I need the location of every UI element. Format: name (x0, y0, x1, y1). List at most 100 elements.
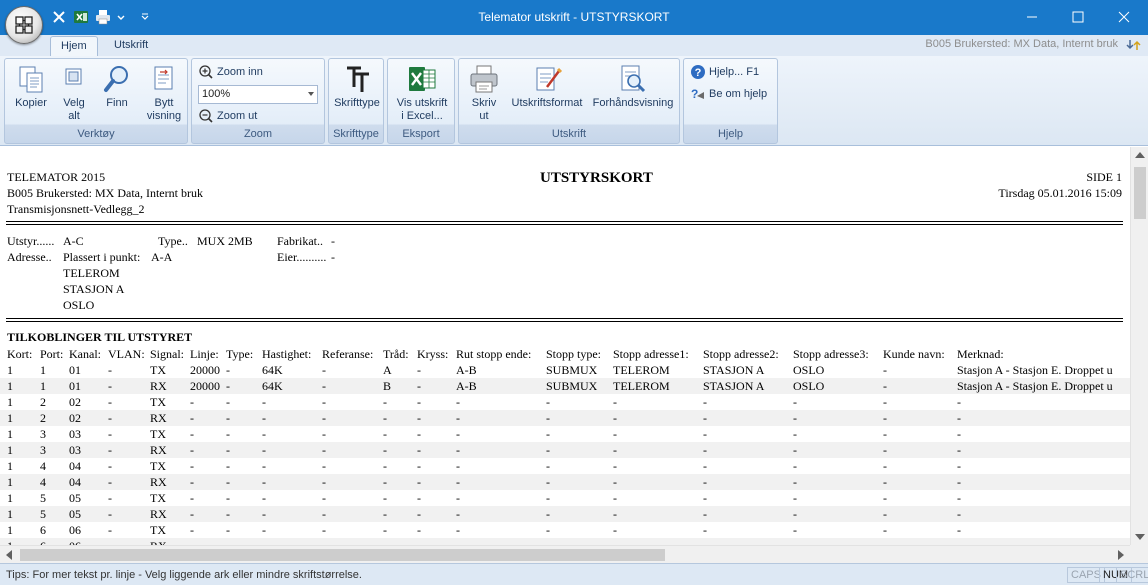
group-zoom: Zoom inn 100% Zoom ut Zoom (191, 58, 325, 144)
utskriftsformat-button[interactable]: Utskriftsformat (507, 61, 587, 110)
divider (6, 318, 1123, 322)
maximize-button[interactable] (1055, 0, 1101, 33)
table-cell: 04 (69, 475, 81, 489)
forhandsvisning-button[interactable]: Forhåndsvisning (589, 61, 677, 110)
doc-title: UTSTYRSKORT (540, 170, 653, 186)
table-cell: - (226, 507, 230, 521)
horizontal-scroll-thumb[interactable] (20, 549, 665, 561)
column-header: Stopp adresse3: (793, 347, 869, 361)
table-cell: 5 (40, 491, 46, 505)
table-cell: - (417, 459, 421, 473)
scroll-up-icon[interactable] (1135, 152, 1145, 158)
tab-utskrift[interactable]: Utskrift (104, 36, 158, 56)
close-window-button[interactable] (1101, 0, 1147, 33)
switch-view-icon (154, 66, 173, 90)
ask-help-icon: ? (691, 87, 704, 101)
brukersted-info: B005 Brukersted: MX Data, Internt bruk (925, 38, 1118, 50)
table-cell: - (417, 395, 421, 409)
vertical-scrollbar[interactable] (1130, 147, 1148, 545)
tab-hjem[interactable]: Hjem (50, 36, 98, 56)
table-cell: - (226, 459, 230, 473)
table-cell: 5 (40, 507, 46, 521)
horizontal-scrollbar[interactable] (0, 545, 1130, 563)
table-cell: - (226, 475, 230, 489)
column-header: Rut stopp ende: (456, 347, 532, 361)
table-cell: 1 (7, 459, 13, 473)
table-cell: 01 (69, 363, 81, 377)
print-preview-icon (621, 65, 646, 93)
table-cell: SUBMUX (546, 363, 598, 377)
group-eksport: Vis utskrift i Excel... Eksport (387, 58, 455, 144)
table-cell: - (383, 491, 387, 505)
group-label-verktoy: Verktøy (77, 128, 115, 140)
table-cell: Stasjon A - Stasjon E. Droppet u (957, 379, 1113, 393)
ribbon-options-icon[interactable] (1126, 38, 1142, 52)
application-menu-button[interactable] (5, 6, 43, 44)
table-cell: OSLO (793, 379, 825, 393)
table-cell: - (883, 507, 887, 521)
zoom-level-select[interactable]: 100% (198, 85, 318, 104)
table-cell: - (883, 379, 887, 393)
vertical-scroll-thumb[interactable] (1134, 167, 1146, 219)
scroll-right-icon[interactable] (1118, 550, 1124, 560)
kopier-button[interactable]: Kopier (9, 61, 53, 110)
column-header: Port: (40, 347, 64, 361)
velg-alt-button[interactable]: Velg alt (54, 61, 94, 123)
hjelp-label: Hjelp... F1 (709, 66, 760, 78)
adresse-label: Adresse.. (7, 250, 52, 264)
eier-label: Eier.......... (277, 250, 327, 264)
table-cell: A (383, 363, 392, 377)
zoom-ut-button[interactable]: Zoom ut (198, 107, 257, 125)
zoom-inn-label: Zoom inn (217, 66, 263, 78)
finn-button[interactable]: Finn (97, 61, 137, 110)
fabrikat-value: - (331, 234, 335, 248)
table-cell: - (322, 379, 326, 393)
column-header: Type: (226, 347, 254, 361)
zoom-inn-button[interactable]: Zoom inn (198, 63, 263, 81)
fabrikat-label: Fabrikat.. (277, 234, 323, 248)
table-cell: 1 (7, 379, 13, 393)
plassert-label: Plassert i punkt: (63, 250, 141, 264)
scroll-down-icon[interactable] (1135, 534, 1145, 540)
table-cell: - (703, 427, 707, 441)
table-cell: - (546, 491, 550, 505)
table-cell: - (108, 491, 112, 505)
table-cell: - (190, 427, 194, 441)
scroll-left-icon[interactable] (6, 550, 12, 560)
type-label: Type.. (158, 234, 188, 248)
table-cell: - (417, 523, 421, 537)
table-cell: - (262, 523, 266, 537)
table-cell: - (456, 523, 460, 537)
table-cell: 05 (69, 491, 81, 505)
help-icon: ? (691, 65, 705, 79)
table-cell: - (383, 459, 387, 473)
print-preview-document[interactable]: TELEMATOR 2015 B005 Brukersted: MX Data,… (0, 147, 1130, 545)
table-cell: Stasjon A - Stasjon E. Droppet u (957, 363, 1113, 377)
hjelp-button[interactable]: ? Hjelp... F1 (690, 63, 759, 81)
bytt-visning-button[interactable]: Bytt visning (141, 61, 187, 123)
table-cell: - (108, 507, 112, 521)
printer-icon (470, 65, 498, 93)
table-cell: - (108, 475, 112, 489)
table-cell: - (456, 507, 460, 521)
column-header: Kanal: (69, 347, 101, 361)
vis-utskrift-excel-button[interactable]: Vis utskrift i Excel... (390, 61, 454, 123)
table-cell: - (546, 507, 550, 521)
column-header: Kort: (7, 347, 33, 361)
zoom-ut-label: Zoom ut (217, 110, 258, 122)
skrifttype-button[interactable]: Skrifttype (331, 61, 383, 110)
table-cell: 1 (7, 475, 13, 489)
table-cell: 3 (40, 443, 46, 457)
table-cell: - (703, 411, 707, 425)
table-cell: - (108, 395, 112, 409)
table-row: 1 5 05 - TX - - - - - - - - - - - - - (0, 490, 1130, 506)
table-cell: 64K (262, 363, 283, 377)
table-cell: - (546, 427, 550, 441)
skriv-ut-button[interactable]: Skriv ut (463, 61, 505, 123)
table-cell: 05 (69, 507, 81, 521)
table-cell: - (322, 443, 326, 457)
be-om-hjelp-button[interactable]: ? Be om hjelp (690, 85, 767, 103)
table-row: 1 1 01- RX 20000-64K - B - A-B SUBMUX TELEROM STASJ… (0, 378, 1130, 394)
table-cell: - (262, 475, 266, 489)
minimize-button[interactable] (1009, 0, 1055, 33)
